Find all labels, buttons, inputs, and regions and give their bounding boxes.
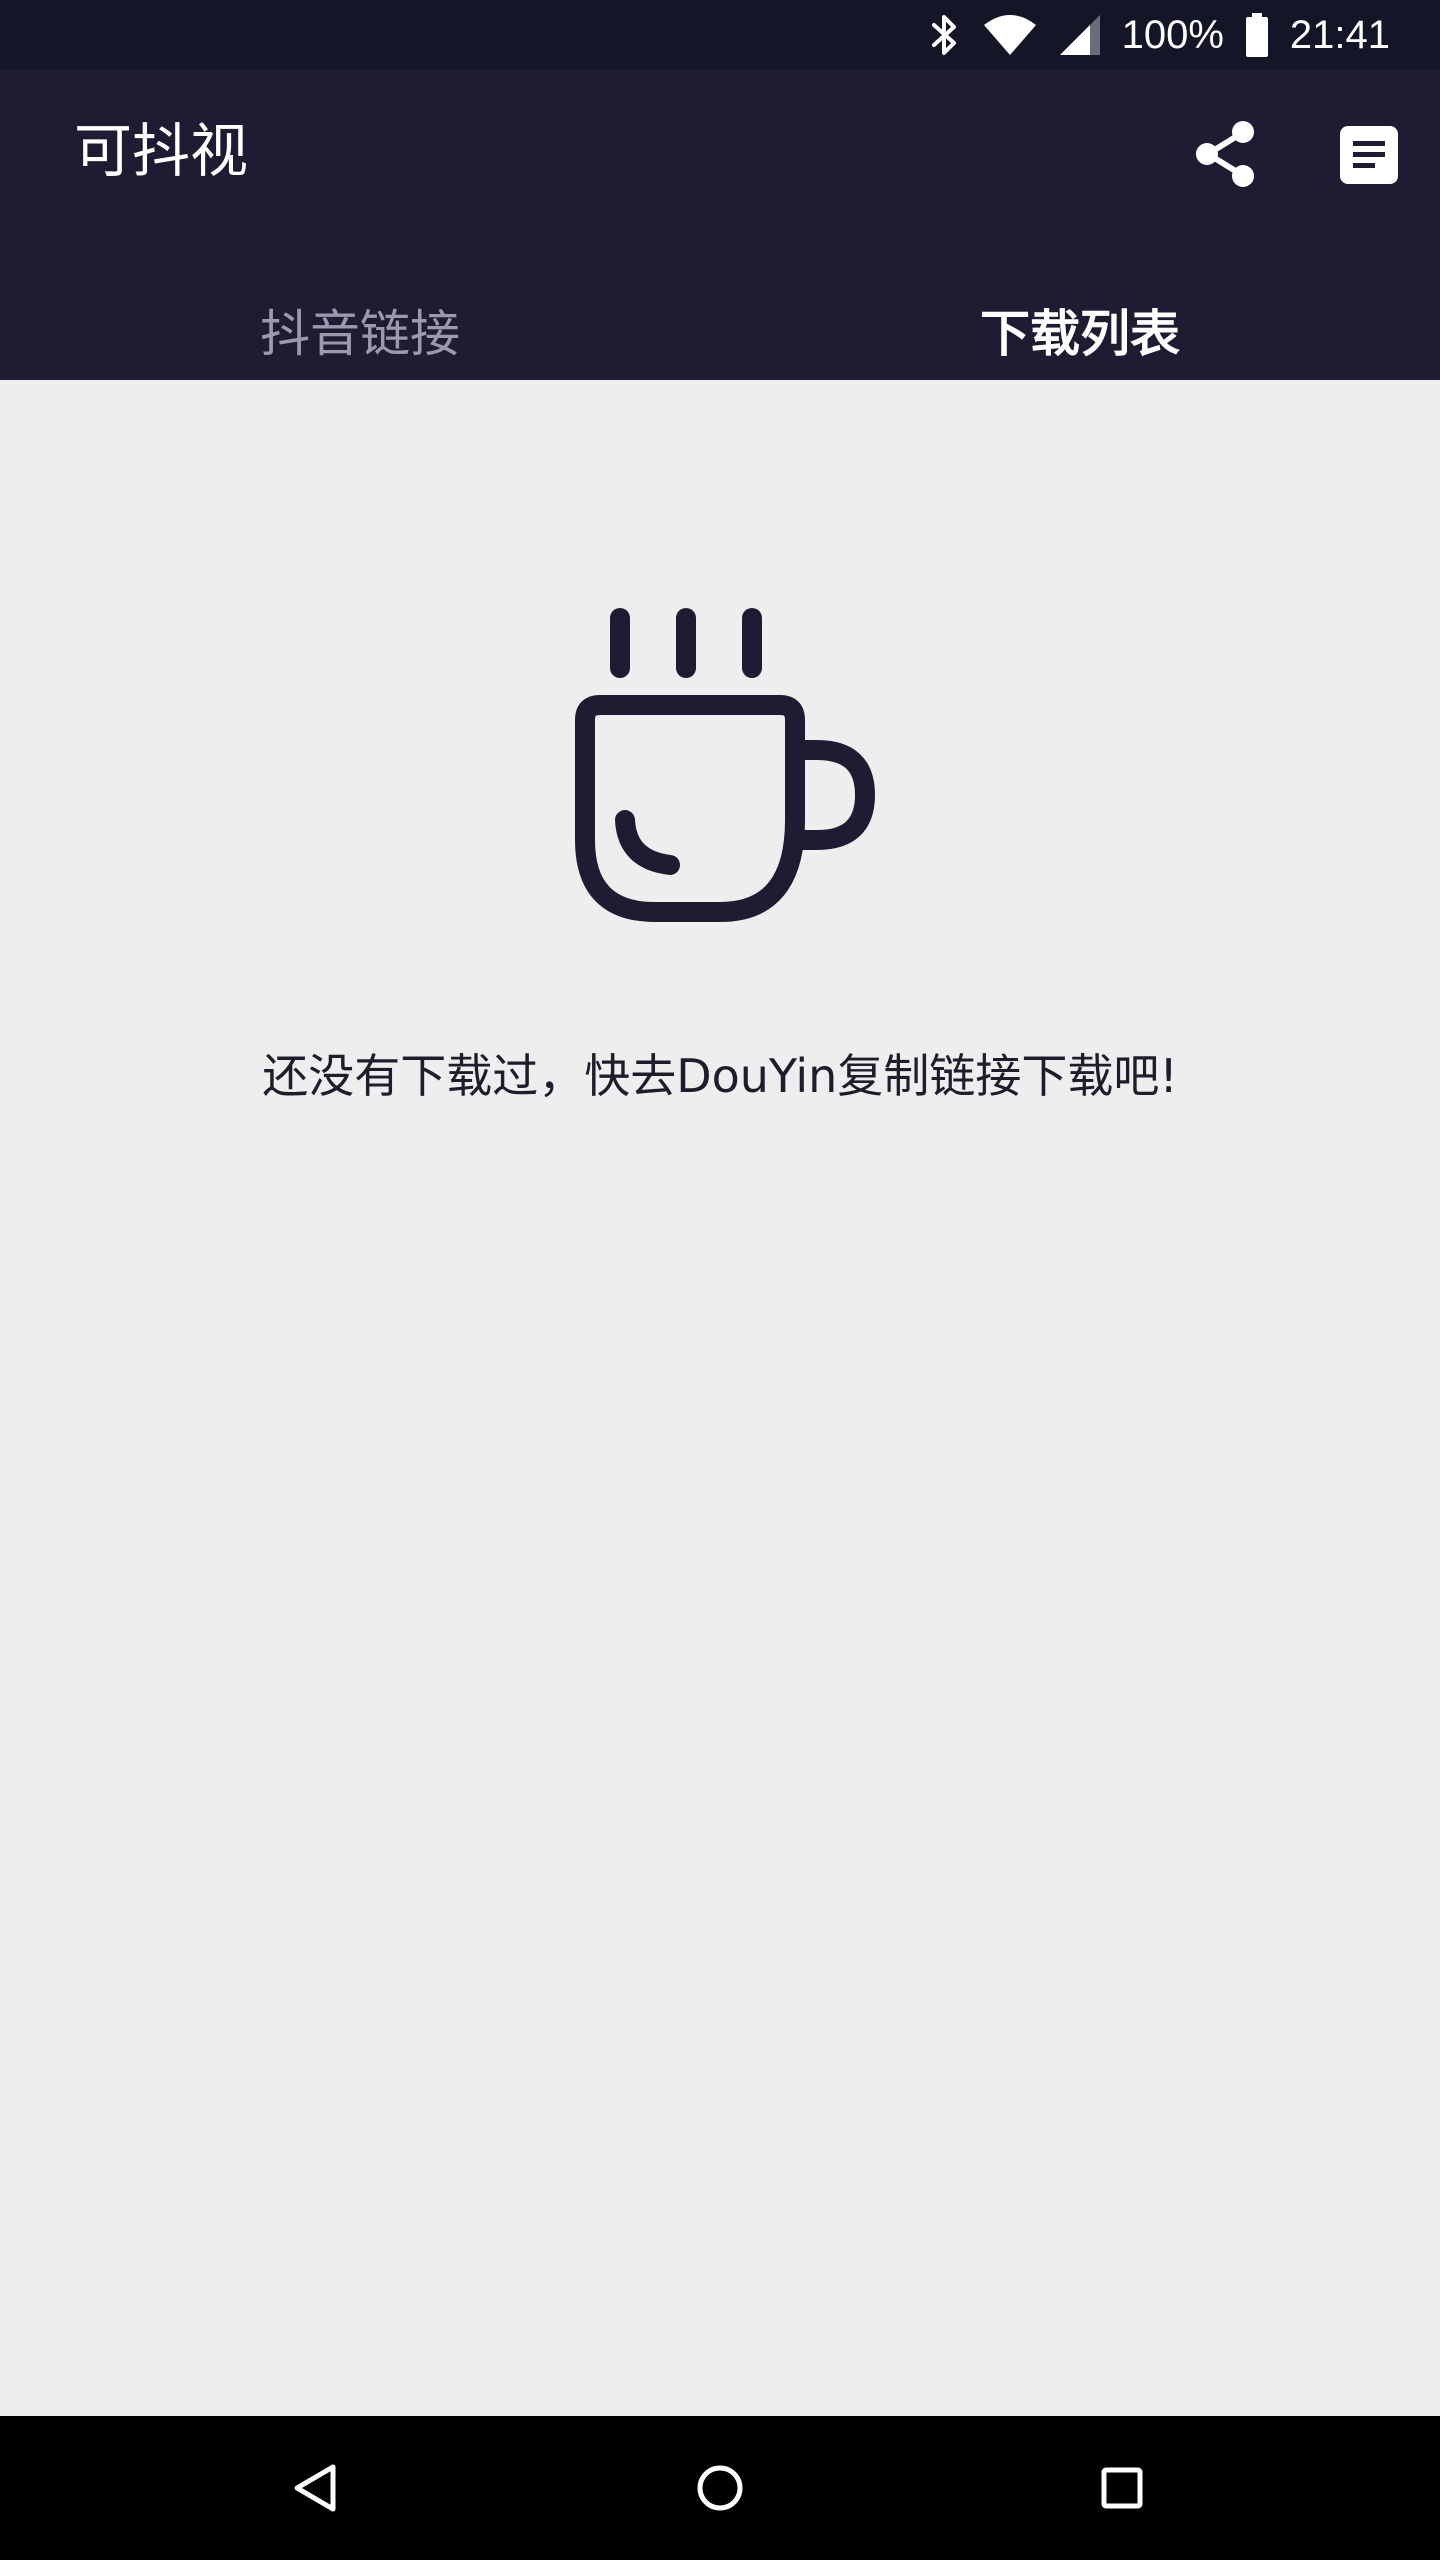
coffee-cup-icon <box>575 608 875 922</box>
empty-message: 还没有下载过，快去DouYin复制链接下载吧! <box>262 1049 1178 1103</box>
tab-bar: 抖音链接 下载列表 <box>0 280 1440 380</box>
back-button[interactable] <box>256 2416 376 2560</box>
status-right: 100% 21:41 <box>928 0 1390 70</box>
screen: 100% 21:41 可抖视 抖音链接 下载列表 还没有下载过，快去DouYin… <box>0 0 1440 2560</box>
home-icon <box>697 2465 743 2511</box>
battery-icon <box>1245 13 1268 57</box>
signal-icon <box>1059 15 1100 55</box>
share-button[interactable] <box>1194 120 1256 188</box>
share-icon <box>1196 121 1254 187</box>
list-icon <box>1340 126 1398 184</box>
app-title: 可抖视 <box>74 117 249 185</box>
bluetooth-icon <box>931 15 956 55</box>
app-bar: 可抖视 抖音链接 下载列表 <box>0 70 1440 380</box>
battery-percent: 100% <box>1121 13 1224 57</box>
recents-button[interactable] <box>1062 2416 1182 2560</box>
wifi-icon <box>983 15 1036 55</box>
status-time: 21:41 <box>1289 13 1390 57</box>
back-icon <box>294 2464 336 2512</box>
nav-bar <box>0 2416 1440 2560</box>
tab-download-list[interactable]: 下载列表 <box>720 280 1440 380</box>
recents-icon <box>1101 2467 1143 2509</box>
status-bar: 100% 21:41 <box>0 0 1440 70</box>
tab-douyin-link[interactable]: 抖音链接 <box>0 280 720 380</box>
home-button[interactable] <box>660 2416 780 2560</box>
list-button[interactable] <box>1340 126 1398 184</box>
